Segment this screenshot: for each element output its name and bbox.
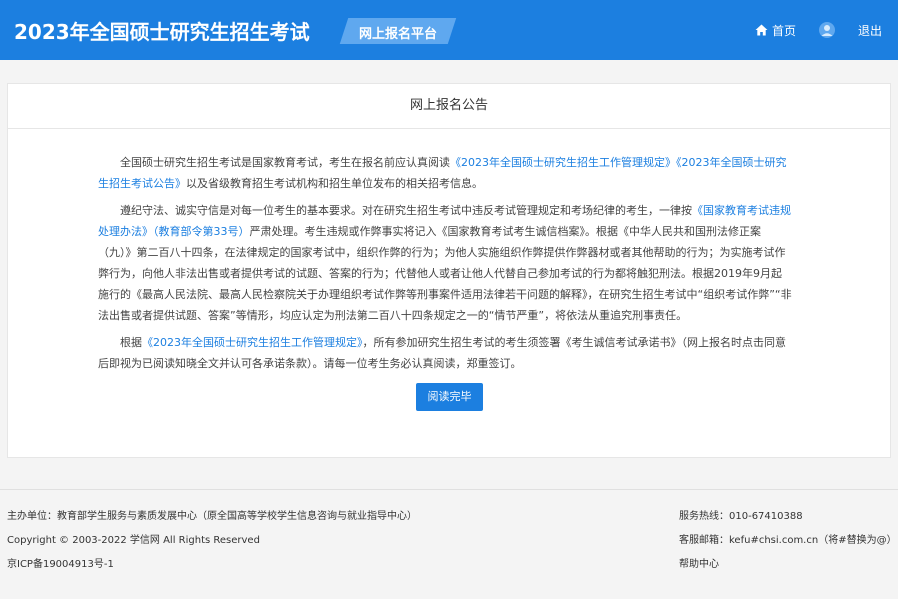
home-link-label: 首页 bbox=[771, 23, 796, 38]
footer-icp[interactable]: 京ICP备19004913号-1 bbox=[7, 558, 417, 582]
top-nav: 首页 退出 bbox=[755, 21, 882, 39]
paragraph-text: 遵纪守法、诚实守信是对每一位考生的基本要求。对在研究生招生考试中违反考试管理规定… bbox=[120, 204, 692, 217]
help-center-link[interactable]: 帮助中心 bbox=[679, 558, 897, 582]
top-header: 2023年全国硕士研究生招生考试 网上报名平台 首页 退出 bbox=[0, 0, 898, 60]
footer-email: 客服邮箱：kefu#chsi.com.cn（将#替换为@） bbox=[679, 535, 897, 546]
notice-paragraph-3: 根据《2023年全国硕士研究生招生工作管理规定》，所有参加研究生招生考试的考生须… bbox=[98, 332, 792, 374]
user-avatar-icon[interactable] bbox=[818, 21, 836, 39]
page-footer: 主办单位：教育部学生服务与素质发展中心（原全国高等学校学生信息咨询与就业指导中心… bbox=[0, 489, 898, 599]
paragraph-text: 根据 bbox=[120, 336, 142, 349]
home-link[interactable]: 首页 bbox=[755, 22, 796, 39]
regulation-link[interactable]: 《2023年全国硕士研究生招生工作管理规定》 bbox=[450, 156, 676, 169]
notice-title: 网上报名公告 bbox=[8, 84, 890, 129]
footer-left: 主办单位：教育部学生服务与素质发展中心（原全国高等学校学生信息咨询与就业指导中心… bbox=[7, 510, 417, 582]
read-complete-button[interactable]: 阅读完毕 bbox=[416, 383, 483, 411]
footer-hotline: 服务热线：010-67410388 bbox=[679, 511, 803, 522]
paragraph-text: 严肃处理。考生违规或作弊事实将记入《国家教育考试考生诚信档案》。根据《中华人民共… bbox=[98, 225, 792, 322]
footer-right: 服务热线：010-67410388 客服邮箱：kefu#chsi.com.cn（… bbox=[679, 510, 897, 582]
paragraph-text: 全国硕士研究生招生考试是国家教育考试，考生在报名前应认真阅读 bbox=[120, 156, 450, 169]
footer-host: 主办单位：教育部学生服务与素质发展中心（原全国高等学校学生信息咨询与就业指导中心… bbox=[7, 511, 417, 522]
notice-body: 全国硕士研究生招生考试是国家教育考试，考生在报名前应认真阅读《2023年全国硕士… bbox=[8, 129, 890, 374]
platform-badge-label: 网上报名平台 bbox=[358, 27, 437, 42]
platform-badge: 网上报名平台 bbox=[339, 18, 457, 44]
notice-paragraph-2: 遵纪守法、诚实守信是对每一位考生的基本要求。对在研究生招生考试中违反考试管理规定… bbox=[98, 200, 792, 326]
notice-card: 网上报名公告 全国硕士研究生招生考试是国家教育考试，考生在报名前应认真阅读《20… bbox=[7, 83, 891, 458]
paragraph-text: 以及省级教育招生考试机构和招生单位发布的相关招考信息。 bbox=[186, 177, 483, 190]
site-title: 2023年全国硕士研究生招生考试 bbox=[14, 20, 310, 44]
footer-copyright: Copyright © 2003-2022 学信网 All Rights Res… bbox=[7, 535, 260, 546]
home-icon bbox=[755, 24, 768, 36]
regulation-link[interactable]: 《2023年全国硕士研究生招生工作管理规定》 bbox=[142, 336, 363, 349]
notice-paragraph-1: 全国硕士研究生招生考试是国家教育考试，考生在报名前应认真阅读《2023年全国硕士… bbox=[98, 152, 792, 194]
logout-link[interactable]: 退出 bbox=[858, 22, 882, 39]
